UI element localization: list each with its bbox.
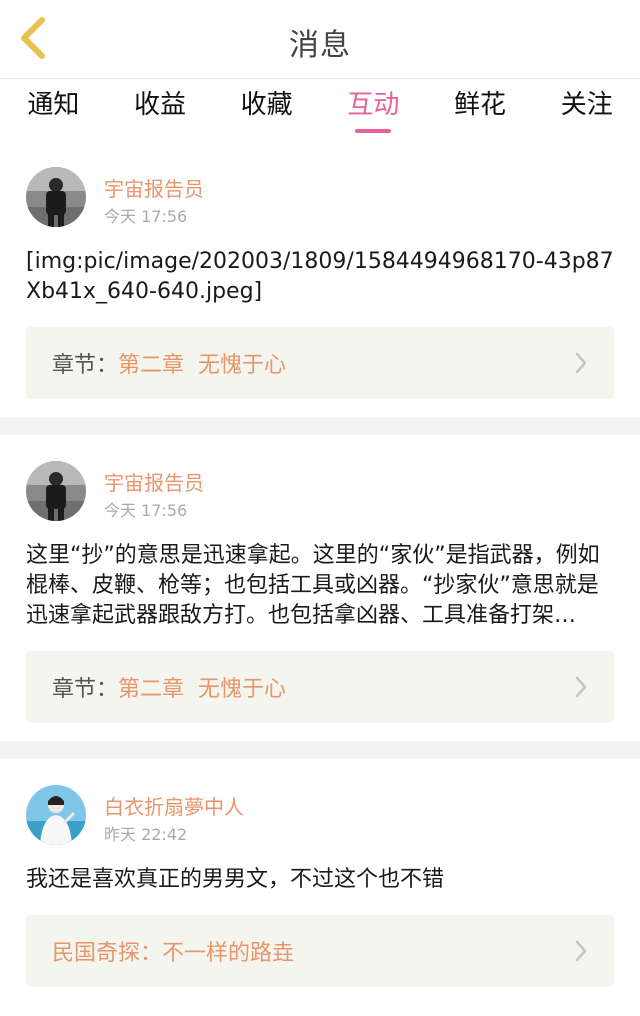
chapter-title: 第二章 无愧于心 [118, 677, 287, 702]
chapter-label: 章节： [52, 677, 119, 702]
message-header: 宇宙报告员 今天 17:56 [26, 435, 614, 523]
message-card: 白衣折扇夢中人 昨天 22:42 我还是喜欢真正的男男文，不过这个也不错 民国奇… [0, 759, 640, 1005]
message-card: 宇宙报告员 今天 17:56 [img:pic/image/202003/180… [0, 141, 640, 417]
message-header: 白衣折扇夢中人 昨天 22:42 [26, 759, 614, 847]
chevron-right-icon [575, 676, 587, 698]
tab-notifications[interactable]: 通知 [0, 79, 107, 141]
timestamp: 昨天 22:42 [104, 825, 188, 844]
avatar-image [26, 785, 86, 845]
timestamp: 今天 17:56 [104, 207, 188, 226]
top-bar: 消息 [0, 0, 640, 79]
chapter-link[interactable]: 章节： 第二章 无愧于心 [26, 327, 614, 399]
message-content: [img:pic/image/202003/1809/1584494968170… [26, 249, 614, 304]
message-list: 宇宙报告员 今天 17:56 [img:pic/image/202003/180… [0, 141, 640, 1005]
divider [0, 417, 640, 435]
avatar[interactable] [26, 785, 86, 845]
user-name[interactable]: 宇宙报告员 [104, 467, 204, 496]
tab-earnings[interactable]: 收益 [107, 79, 214, 141]
message-content: 这里“抄”的意思是迅速拿起。这里的“家伙”是指武器，例如棍棒、皮鞭、枪等；也包括… [26, 543, 600, 628]
avatar[interactable] [26, 461, 86, 521]
message-content: 我还是喜欢真正的男男文，不过这个也不错 [26, 867, 445, 892]
divider [0, 741, 640, 759]
avatar-image [26, 167, 86, 227]
message-header: 宇宙报告员 今天 17:56 [26, 141, 614, 229]
chevron-right-icon [575, 352, 587, 374]
chevron-right-icon [575, 940, 587, 962]
tab-bar: 通知 收益 收藏 互动 鲜花 关注 [0, 79, 640, 141]
chapter-title: 第二章 无愧于心 [118, 353, 287, 378]
chapter-label: 章节： [52, 353, 119, 378]
chapter-link[interactable]: 章节： 第二章 无愧于心 [26, 651, 614, 723]
tab-favorites[interactable]: 收藏 [213, 79, 320, 141]
book-title: 民国奇探：不一样的路垚 [52, 941, 295, 966]
tab-following[interactable]: 关注 [533, 79, 640, 141]
book-link[interactable]: 民国奇探：不一样的路垚 [26, 915, 614, 987]
page-title: 消息 [289, 28, 351, 63]
tab-interaction[interactable]: 互动 [320, 79, 427, 141]
avatar-image [26, 461, 86, 521]
avatar[interactable] [26, 167, 86, 227]
tab-flowers[interactable]: 鲜花 [427, 79, 534, 141]
message-card: 宇宙报告员 今天 17:56 这里“抄”的意思是迅速拿起。这里的“家伙”是指武器… [0, 435, 640, 741]
timestamp: 今天 17:56 [104, 501, 188, 520]
user-name[interactable]: 宇宙报告员 [104, 173, 204, 202]
user-name[interactable]: 白衣折扇夢中人 [104, 791, 244, 820]
